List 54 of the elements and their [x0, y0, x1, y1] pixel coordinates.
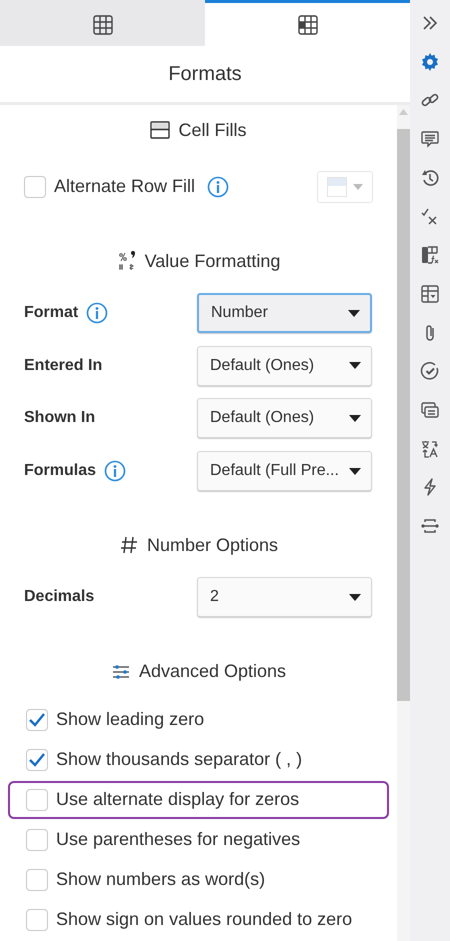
- hash-icon: [118, 535, 139, 556]
- checkbox[interactable]: [26, 908, 48, 931]
- section-heading: Value Formatting: [144, 250, 280, 272]
- section-heading: Cell Fills: [178, 120, 246, 141]
- dropdown[interactable]: 2: [197, 577, 372, 618]
- grid-icon: [92, 14, 112, 34]
- section-heading: Advanced Options: [138, 661, 286, 682]
- caret-icon: [349, 362, 361, 370]
- table-dropdown-icon[interactable]: [420, 284, 440, 304]
- checkbox-label: Show thousands separator ( , ): [56, 749, 302, 770]
- fill-color-picker[interactable]: [317, 170, 373, 203]
- checkbox-label: Show numbers as word(s): [56, 869, 266, 890]
- dropdown[interactable]: Number: [197, 293, 372, 334]
- field-label: Entered In: [24, 356, 102, 375]
- check-circle-icon[interactable]: [420, 361, 440, 382]
- caret-icon: [349, 414, 361, 422]
- dropdown[interactable]: Default (Ones): [197, 346, 372, 386]
- caret-icon: [348, 310, 360, 317]
- scrollbar[interactable]: [397, 105, 410, 941]
- row-fill-icon: [150, 120, 170, 140]
- caret-icon: [349, 468, 361, 475]
- number-format-icon: [116, 251, 137, 272]
- info-icon[interactable]: [104, 460, 126, 482]
- cards-icon[interactable]: [420, 400, 440, 420]
- checkbox[interactable]: [26, 708, 48, 731]
- field-label: Shown In: [24, 409, 96, 428]
- section-heading: Number Options: [146, 534, 278, 556]
- checkbox-label: Show leading zero: [56, 709, 204, 730]
- caret-icon: [353, 184, 363, 190]
- grid-filled-cell-icon: [298, 14, 318, 34]
- checkbox[interactable]: [26, 788, 48, 811]
- history-icon[interactable]: [420, 168, 440, 188]
- info-icon[interactable]: [207, 176, 230, 198]
- color-swatch-icon: [327, 176, 347, 197]
- field-label: Formulas: [24, 462, 96, 480]
- caret-icon: [349, 594, 361, 601]
- checkbox[interactable]: [26, 828, 48, 851]
- translate-icon[interactable]: [420, 438, 440, 459]
- checkbox[interactable]: [24, 176, 46, 198]
- formula-table-icon[interactable]: [420, 245, 440, 266]
- panel-title: Formats: [168, 62, 242, 86]
- field-label: Decimals: [24, 588, 94, 606]
- field-label: Format: [24, 304, 78, 322]
- comment-icon[interactable]: [420, 129, 440, 150]
- info-icon[interactable]: [86, 302, 108, 324]
- settings-icon[interactable]: [420, 52, 440, 72]
- checkbox[interactable]: [26, 748, 48, 771]
- checkbox-label: Use parentheses for negatives: [56, 829, 300, 850]
- checkbox-label: Show sign on values rounded to zero: [56, 909, 352, 930]
- checkbox-label: Use alternate display for zeros: [56, 789, 300, 810]
- dropdown[interactable]: Default (Full Pre...: [197, 451, 372, 492]
- checkbox-label: Alternate Row Fill: [54, 176, 196, 198]
- dropdown[interactable]: Default (Ones): [197, 398, 372, 438]
- checkbox[interactable]: [26, 868, 48, 891]
